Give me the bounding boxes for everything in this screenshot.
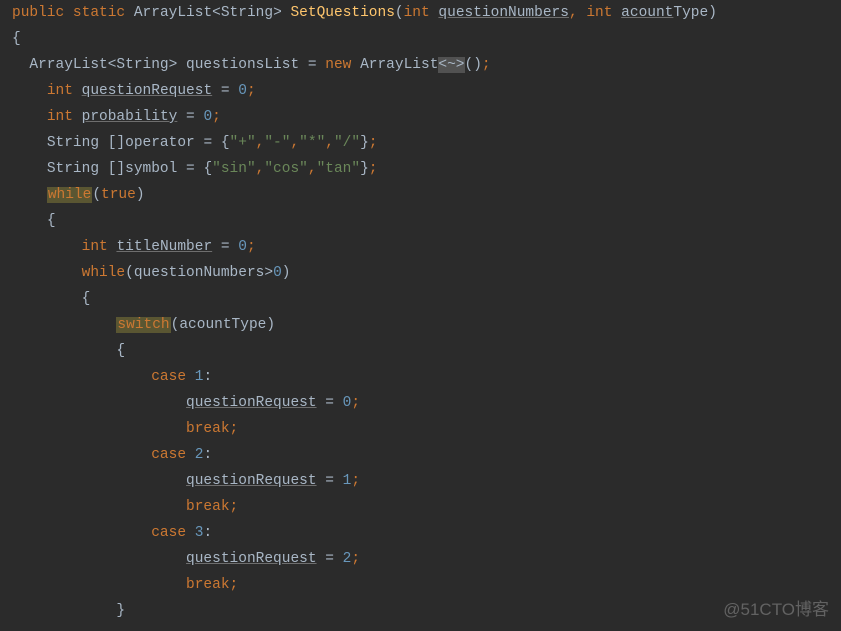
brace: {	[116, 343, 125, 359]
string: "sin"	[212, 161, 256, 177]
parens: ()	[465, 57, 482, 73]
variable: questionRequest	[186, 473, 317, 489]
variable: probability	[82, 109, 178, 125]
variable: questionRequest	[186, 551, 317, 567]
code-line: case 2:	[12, 442, 841, 468]
equals: =	[177, 109, 203, 125]
keyword-break: break	[186, 499, 230, 515]
code-line: case 3:	[12, 520, 841, 546]
keyword-int: int	[586, 5, 612, 21]
number: 2	[195, 447, 204, 463]
code-line: {	[12, 208, 841, 234]
equals: =	[317, 473, 343, 489]
keyword-case: case	[151, 369, 186, 385]
generic-diamond: <~>	[438, 57, 464, 73]
code-line: ArrayList<String> questionsList = new Ar…	[12, 52, 841, 78]
string: "+"	[230, 135, 256, 151]
number: 3	[195, 525, 204, 541]
keyword-true: true	[101, 187, 136, 203]
code-line: {	[12, 338, 841, 364]
keyword-new: new	[325, 57, 351, 73]
equals: =	[212, 239, 238, 255]
code-line: break;	[12, 416, 841, 442]
code-line: while(true)	[12, 182, 841, 208]
code-line: {	[12, 286, 841, 312]
number: 0	[238, 239, 247, 255]
string: "/"	[334, 135, 360, 151]
brace: {	[47, 213, 56, 229]
keyword-case: case	[151, 525, 186, 541]
brace: {	[82, 291, 91, 307]
keyword-public: public	[12, 5, 64, 21]
keyword-int: int	[47, 83, 73, 99]
code-line: while(questionNumbers>0)	[12, 260, 841, 286]
string: "*"	[299, 135, 325, 151]
code-line: switch(acountType)	[12, 312, 841, 338]
declaration: ArrayList<String> questionsList =	[29, 57, 325, 73]
keyword-int: int	[82, 239, 108, 255]
keyword-int: int	[404, 5, 430, 21]
keyword-while: while	[82, 265, 126, 281]
string: "cos"	[264, 161, 308, 177]
variable: questionRequest	[186, 395, 317, 411]
code-line: break;	[12, 572, 841, 598]
switch-expr: (acountType)	[171, 317, 275, 333]
number: 1	[195, 369, 204, 385]
param-name: questionNumbers	[438, 5, 569, 21]
code-line: questionRequest = 1;	[12, 468, 841, 494]
equals: =	[317, 551, 343, 567]
method-name: SetQuestions	[290, 5, 394, 21]
equals: =	[212, 83, 238, 99]
code-line: case 1:	[12, 364, 841, 390]
brace: {	[12, 31, 21, 47]
code-line: break;	[12, 494, 841, 520]
string: "tan"	[317, 161, 361, 177]
code-line: int questionRequest = 0;	[12, 78, 841, 104]
number: 0	[238, 83, 247, 99]
code-line: questionRequest = 2;	[12, 546, 841, 572]
keyword-while: while	[47, 187, 93, 203]
keyword-break: break	[186, 577, 230, 593]
code-line: {	[12, 26, 841, 52]
param-name: acount	[621, 5, 673, 21]
keyword-int: int	[47, 109, 73, 125]
param-tail: Type)	[673, 5, 717, 21]
code-line: String []operator = {"+","-","*","/"};	[12, 130, 841, 156]
keyword-case: case	[151, 447, 186, 463]
string: "-"	[264, 135, 290, 151]
keyword-static: static	[73, 5, 125, 21]
condition: (questionNumbers>	[125, 265, 273, 281]
code-line: String []symbol = {"sin","cos","tan"};	[12, 156, 841, 182]
code-line: int titleNumber = 0;	[12, 234, 841, 260]
code-line: int probability = 0;	[12, 104, 841, 130]
number: 0	[273, 265, 282, 281]
variable: questionRequest	[82, 83, 213, 99]
declaration: String []operator = {	[47, 135, 230, 151]
keyword-switch: switch	[116, 317, 170, 333]
paren: )	[282, 265, 291, 281]
type: ArrayList	[351, 57, 438, 73]
watermark-text: @51CTO博客	[723, 597, 829, 623]
number: 0	[203, 109, 212, 125]
equals: =	[317, 395, 343, 411]
declaration: String []symbol = {	[47, 161, 212, 177]
keyword-break: break	[186, 421, 230, 437]
code-line: public static ArrayList<String> SetQuest…	[12, 0, 841, 26]
brace: }	[116, 603, 125, 619]
code-line: questionRequest = 0;	[12, 390, 841, 416]
variable: titleNumber	[116, 239, 212, 255]
code-editor[interactable]: public static ArrayList<String> SetQuest…	[12, 0, 841, 624]
code-line: }	[12, 598, 841, 624]
brace: }	[360, 135, 369, 151]
brace: }	[360, 161, 369, 177]
return-type: ArrayList<String>	[134, 5, 282, 21]
